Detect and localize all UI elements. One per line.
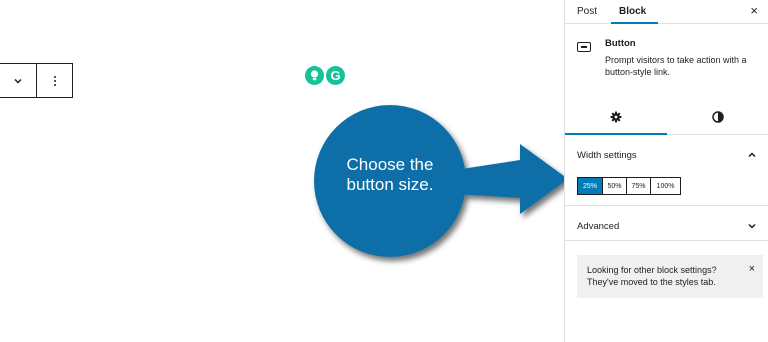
block-card-description: Prompt visitors to take action with a bu… <box>605 55 747 77</box>
callout-line-1: Choose the <box>346 155 434 174</box>
inspector-tabs <box>565 100 768 135</box>
close-icon[interactable]: × <box>749 263 755 275</box>
close-icon[interactable]: × <box>750 3 758 18</box>
tab-styles[interactable] <box>667 100 768 134</box>
block-toolbar <box>0 63 73 98</box>
advanced-toggle[interactable]: Advanced <box>565 216 768 236</box>
button-block-icon <box>577 42 591 52</box>
grammarly-icon[interactable]: G <box>326 66 345 85</box>
extension-icons: G <box>305 66 345 85</box>
tab-block[interactable]: Block <box>610 0 659 24</box>
width-settings-title: Width settings <box>577 149 637 161</box>
callout-arrow <box>314 105 568 257</box>
callout-text: Choose the button size. <box>320 155 460 195</box>
styles-moved-notice: Looking for other block settings? They'v… <box>577 255 763 298</box>
grammarly-label: G <box>330 68 341 83</box>
width-option-25[interactable]: 25% <box>578 178 602 194</box>
lightbulb-icon[interactable] <box>305 66 324 85</box>
width-option-100[interactable]: 100% <box>650 178 680 194</box>
width-option-50[interactable]: 50% <box>602 178 626 194</box>
chevron-up-icon <box>748 152 756 158</box>
move-down-button[interactable] <box>0 64 36 97</box>
block-card-title: Button <box>605 38 636 49</box>
panel-divider <box>565 205 768 206</box>
more-vertical-icon <box>53 75 56 86</box>
sidebar-tabs: Post Block × <box>565 0 768 24</box>
settings-sidebar: Post Block × Button Prompt visitors to t… <box>564 0 768 342</box>
chevron-down-icon <box>14 78 22 84</box>
width-option-75[interactable]: 75% <box>626 178 650 194</box>
width-segmented-control: 25% 50% 75% 100% <box>577 177 681 195</box>
tab-post[interactable]: Post <box>577 0 597 24</box>
chevron-down-icon <box>748 223 756 229</box>
panel-divider <box>565 240 768 241</box>
options-button[interactable] <box>36 64 72 97</box>
width-settings-toggle[interactable]: Width settings <box>565 145 768 165</box>
callout-line-2: button size. <box>346 175 434 194</box>
advanced-title: Advanced <box>577 220 620 232</box>
contrast-icon <box>712 111 724 123</box>
tab-settings[interactable] <box>565 100 667 135</box>
notice-text: Looking for other block settings? They'v… <box>587 265 717 287</box>
gear-icon <box>610 111 622 123</box>
